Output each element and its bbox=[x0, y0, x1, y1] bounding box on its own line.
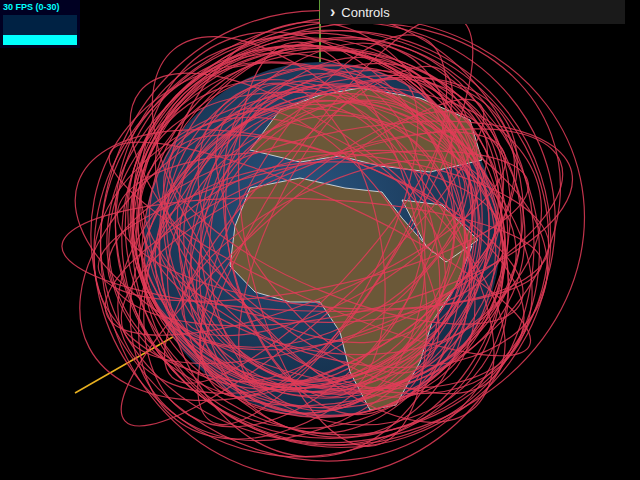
orbit-path bbox=[68, 49, 568, 420]
orbit-path bbox=[65, 0, 533, 459]
controls-label: Controls bbox=[341, 5, 389, 20]
globe-canvas[interactable] bbox=[0, 0, 640, 480]
orbit-path bbox=[203, 100, 431, 416]
orbit-path bbox=[155, 52, 491, 427]
orbit-path bbox=[203, 55, 453, 412]
orbit-path bbox=[93, 0, 594, 462]
chevron-icon: › bbox=[330, 4, 335, 20]
orbit-path bbox=[123, 45, 532, 470]
fps-graph-fill bbox=[3, 35, 77, 46]
orbit-path bbox=[81, 0, 529, 480]
fps-label: 30 FPS (0-30) bbox=[3, 2, 77, 13]
orbit-paths bbox=[11, 0, 626, 480]
orbit-path bbox=[141, 31, 531, 448]
orbit-path bbox=[76, 0, 566, 467]
orbit-path bbox=[80, 17, 555, 450]
orbit-path bbox=[118, 77, 538, 386]
orbit-path bbox=[71, 0, 603, 480]
orbit-path bbox=[113, 33, 575, 480]
orbit-path bbox=[59, 0, 625, 480]
orbit-path bbox=[79, 0, 605, 480]
orbit-path bbox=[139, 36, 553, 422]
orbit-path bbox=[37, 0, 619, 480]
orbit-path bbox=[26, 8, 568, 467]
fps-meter[interactable]: 30 FPS (0-30) bbox=[0, 0, 80, 48]
orbit-path bbox=[58, 0, 619, 480]
orbit-path bbox=[70, 0, 583, 480]
globe-scene[interactable]: 30 FPS (0-30) › Controls bbox=[0, 0, 640, 480]
orbit-path bbox=[12, 0, 587, 480]
orbit-path bbox=[152, 40, 514, 411]
orbit-path bbox=[38, 0, 581, 480]
orbit-path bbox=[95, 0, 591, 463]
fps-graph bbox=[3, 15, 77, 45]
controls-bar[interactable]: › Controls bbox=[320, 0, 625, 24]
orbit-path bbox=[128, 17, 564, 449]
